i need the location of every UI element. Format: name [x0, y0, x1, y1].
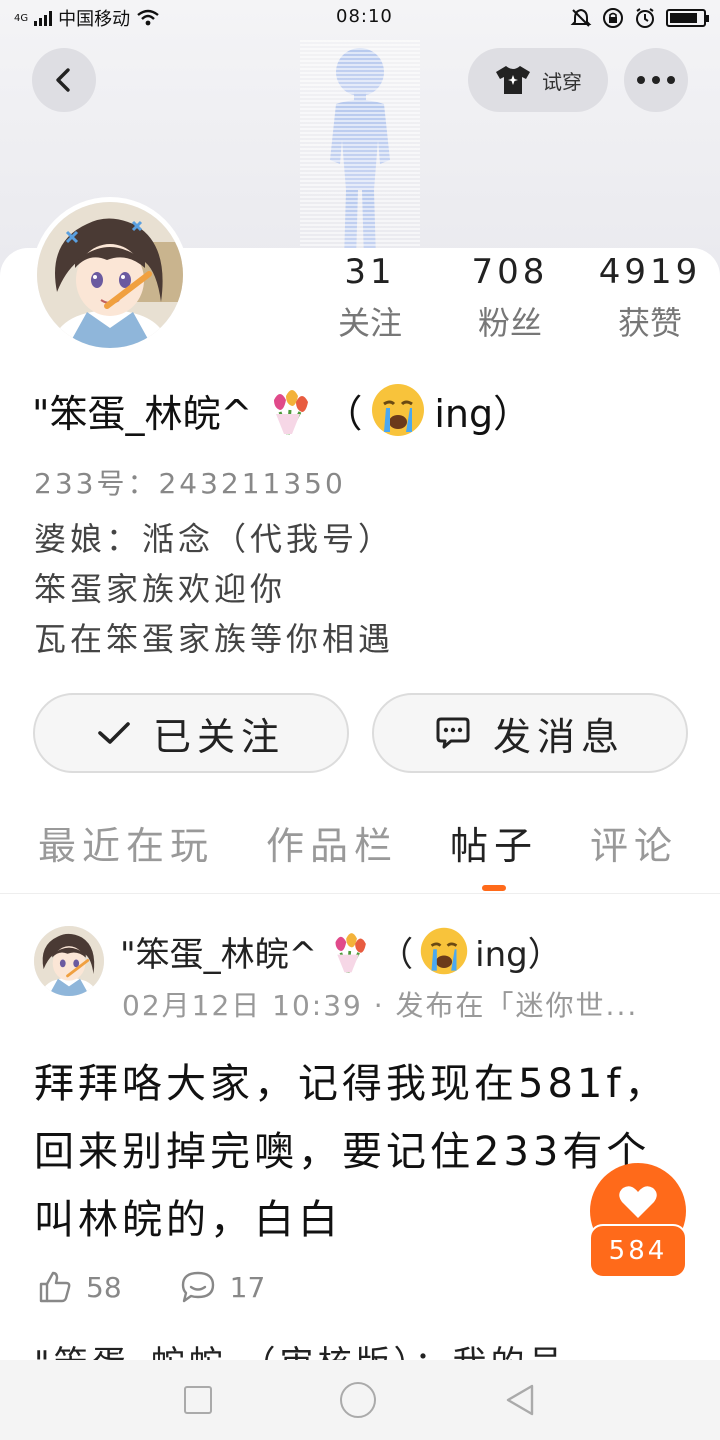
avatar-image — [34, 926, 104, 996]
comment-count: 17 — [229, 1270, 266, 1304]
post-author-name[interactable]: "笨蛋_林皖^ （ ing） — [120, 926, 562, 976]
more-button[interactable] — [624, 48, 688, 112]
comment-action[interactable]: 17 — [180, 1270, 266, 1304]
following-button[interactable]: 已关注 — [33, 693, 349, 773]
following-label: 关注 — [337, 304, 402, 342]
back-button[interactable] — [32, 48, 96, 112]
stat-likes[interactable]: 4919 获赞 — [590, 252, 710, 344]
wifi-icon — [137, 9, 159, 26]
bio-line: 瓦在笨蛋家族等你相遇 — [34, 620, 395, 658]
username-text: "笨蛋_林皖^ — [32, 391, 253, 436]
tab-divider — [0, 893, 720, 894]
post-actions: 58 17 — [38, 1270, 323, 1304]
active-tab-indicator — [482, 885, 507, 891]
username-suffix-tail: ing） — [434, 391, 532, 436]
tab-comments[interactable]: 评论 — [590, 815, 678, 870]
thumbs-up-icon — [39, 1271, 71, 1303]
tab-label: 作品栏 — [266, 824, 399, 868]
bio-line: 婆娘：湉念（代我号） — [34, 520, 395, 558]
stat-following[interactable]: 31 关注 — [310, 252, 430, 344]
crying-emoji-icon — [420, 927, 468, 975]
alarm-icon — [636, 8, 654, 28]
back-triangle-icon[interactable] — [504, 1383, 536, 1417]
tab-label: 帖子 — [450, 824, 539, 868]
signal-icon — [34, 10, 53, 26]
message-button[interactable]: 发消息 — [372, 693, 688, 773]
tulip-bouquet-icon — [274, 390, 309, 435]
tab-recently-played[interactable]: 最近在玩 — [38, 815, 214, 870]
floating-like-count: 584 — [589, 1224, 687, 1278]
more-dots-icon — [637, 76, 675, 84]
tab-label: 最近在玩 — [38, 824, 215, 868]
avatar-3d-preview — [300, 40, 420, 260]
fans-label: 粉丝 — [477, 304, 542, 342]
battery-icon — [666, 9, 709, 27]
status-bar: 4G 中国移动 08:10 — [0, 0, 720, 36]
crying-emoji-icon — [372, 384, 425, 436]
tulip-bouquet-icon — [335, 933, 366, 974]
message-button-label: 发消息 — [492, 714, 625, 759]
home-button[interactable] — [340, 1382, 376, 1418]
recent-apps-button[interactable] — [184, 1386, 212, 1414]
status-time: 08:10 — [336, 6, 393, 27]
chevron-left-icon — [56, 68, 70, 92]
tab-label: 评论 — [590, 824, 679, 868]
like-action[interactable]: 58 — [38, 1270, 122, 1304]
bio-line: 笨蛋家族欢迎你 — [34, 570, 287, 608]
try-on-label: 试穿 — [542, 69, 582, 94]
shirt-icon — [496, 66, 530, 94]
stat-fans[interactable]: 708 粉丝 — [450, 252, 570, 344]
avatar-image — [37, 202, 183, 348]
like-count: 58 — [86, 1270, 122, 1304]
tab-works[interactable]: 作品栏 — [266, 815, 398, 870]
author-name-text: "笨蛋_林皖^ — [120, 934, 318, 975]
profile-stats: 31 关注 708 粉丝 4919 获赞 — [310, 252, 710, 344]
carrier-name: 中国移动 — [58, 9, 131, 30]
network-type: 4G — [14, 12, 29, 24]
post-meta: 02月12日 10:39 · 发布在「迷你世... — [122, 989, 639, 1022]
author-suffix-open: （ — [379, 934, 414, 975]
user-id: 233号：243211350 — [34, 467, 346, 500]
profile-tabs: 最近在玩 作品栏 帖子 评论 — [0, 815, 720, 893]
likes-label: 获赞 — [617, 304, 682, 342]
profile-username: "笨蛋_林皖^ （ ing） — [32, 382, 531, 438]
mute-bell-icon — [570, 8, 592, 27]
username-suffix-open: （ — [324, 391, 363, 436]
following-button-label: 已关注 — [152, 714, 285, 759]
try-on-button[interactable]: 试穿 — [468, 48, 608, 112]
post-author-avatar[interactable] — [34, 926, 104, 996]
next-post-preview[interactable]: "笨蛋_蛇蛇 （审核版）：我的号 — [34, 1336, 566, 1362]
rotation-lock-icon — [603, 8, 623, 28]
system-nav-bar — [0, 1360, 720, 1440]
fans-count: 708 — [471, 252, 549, 292]
author-suffix-tail: ing） — [475, 934, 562, 975]
comment-icon — [181, 1271, 214, 1303]
likes-count: 4919 — [598, 252, 702, 292]
chat-bubble-icon — [436, 717, 470, 749]
profile-avatar[interactable] — [32, 197, 188, 353]
following-count: 31 — [344, 252, 396, 292]
check-icon — [98, 722, 130, 744]
heart-icon — [619, 1186, 657, 1218]
profile-bio: 婆娘：湉念（代我号） 笨蛋家族欢迎你 瓦在笨蛋家族等你相遇 — [34, 514, 394, 664]
tab-posts[interactable]: 帖子 — [450, 815, 539, 891]
